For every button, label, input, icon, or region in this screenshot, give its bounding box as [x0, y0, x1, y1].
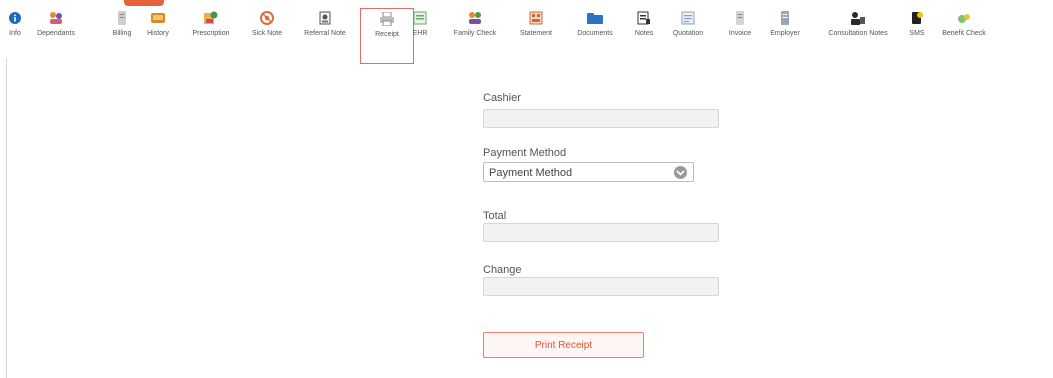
toolbar-label: Employer — [770, 30, 800, 37]
family-check-icon — [467, 10, 483, 26]
toolbar-item-history[interactable]: History — [141, 8, 175, 52]
cashier-field[interactable] — [483, 109, 719, 128]
toolbar-label: Statement — [520, 30, 552, 37]
toolbar-item-dependants[interactable]: Dependants — [30, 8, 82, 52]
print-receipt-button[interactable]: Print Receipt — [483, 332, 644, 358]
referral-note-icon — [317, 10, 333, 26]
consultation-notes-icon — [850, 10, 866, 26]
toolbar-item-invoice[interactable]: Invoice — [724, 8, 756, 52]
ehr-icon — [412, 10, 428, 26]
prescription-icon — [203, 10, 219, 26]
benefit-check-icon — [956, 10, 972, 26]
statement-icon — [528, 10, 544, 26]
documents-icon — [587, 10, 603, 26]
toolbar-label: SMS — [909, 30, 925, 37]
toolbar-item-consultation-notes[interactable]: Consultation Notes — [818, 8, 898, 52]
toolbar-item-referral-note[interactable]: Referral Note — [299, 8, 351, 52]
toolbar-label: Consultation Notes — [828, 30, 888, 37]
toolbar: Info Dependants Billing History Prescrip… — [0, 0, 1053, 64]
cashier-label: Cashier — [483, 92, 521, 104]
info-icon — [7, 10, 23, 26]
payment-method-select[interactable]: Payment Method — [483, 162, 694, 182]
payment-method-value: Payment Method — [489, 167, 573, 179]
toolbar-label: Family Check — [453, 30, 497, 37]
toolbar-item-receipt[interactable]: Receipt — [360, 8, 414, 64]
toolbar-label: Documents — [577, 30, 613, 37]
content-left-border — [6, 58, 7, 378]
receipt-icon — [379, 11, 395, 27]
toolbar-label: Referral Note — [304, 30, 346, 37]
toolbar-label: Dependants — [37, 30, 75, 37]
change-field[interactable] — [483, 277, 719, 296]
toolbar-label: Prescription — [192, 30, 230, 37]
toolbar-label: Billing — [112, 30, 132, 37]
total-label: Total — [483, 210, 507, 222]
history-icon — [150, 10, 166, 26]
toolbar-item-prescription[interactable]: Prescription — [186, 8, 236, 52]
toolbar-label: Info — [9, 30, 21, 37]
toolbar-item-quotation[interactable]: Quotation — [665, 8, 711, 52]
toolbar-label: Sick Note — [252, 30, 282, 37]
total-field[interactable] — [483, 223, 719, 242]
toolbar-item-sms[interactable]: SMS — [907, 8, 927, 52]
toolbar-label: History — [147, 30, 169, 37]
toolbar-label: Benefit Check — [942, 30, 986, 37]
toolbar-item-billing[interactable]: Billing — [107, 8, 137, 52]
toolbar-label: EHR — [412, 30, 428, 37]
toolbar-item-sick-note[interactable]: Sick Note — [248, 8, 286, 52]
employer-icon — [777, 10, 793, 26]
toolbar-item-info[interactable]: Info — [9, 8, 21, 52]
toolbar-label: Receipt — [375, 31, 399, 38]
payment-method-label: Payment Method — [483, 147, 567, 159]
invoice-icon — [732, 10, 748, 26]
toolbar-label: Quotation — [672, 30, 704, 37]
toolbar-item-ehr[interactable]: EHR — [413, 8, 427, 52]
dependants-icon — [48, 10, 64, 26]
toolbar-item-family-check[interactable]: Family Check — [444, 8, 506, 52]
toolbar-item-benefit-check[interactable]: Benefit Check — [937, 8, 991, 52]
toolbar-item-statement[interactable]: Statement — [515, 8, 557, 52]
sms-icon — [909, 10, 925, 26]
toolbar-label: Notes — [634, 30, 654, 37]
change-label: Change — [483, 264, 522, 276]
toolbar-label: Invoice — [728, 30, 752, 37]
notes-icon — [636, 10, 652, 26]
billing-icon — [114, 10, 130, 26]
billing-indicator — [124, 0, 164, 6]
sick-note-icon — [259, 10, 275, 26]
chevron-down-icon — [674, 166, 687, 179]
toolbar-item-notes[interactable]: Notes — [632, 8, 656, 52]
quotation-icon — [680, 10, 696, 26]
toolbar-item-employer[interactable]: Employer — [765, 8, 805, 52]
toolbar-item-documents[interactable]: Documents — [570, 8, 620, 52]
